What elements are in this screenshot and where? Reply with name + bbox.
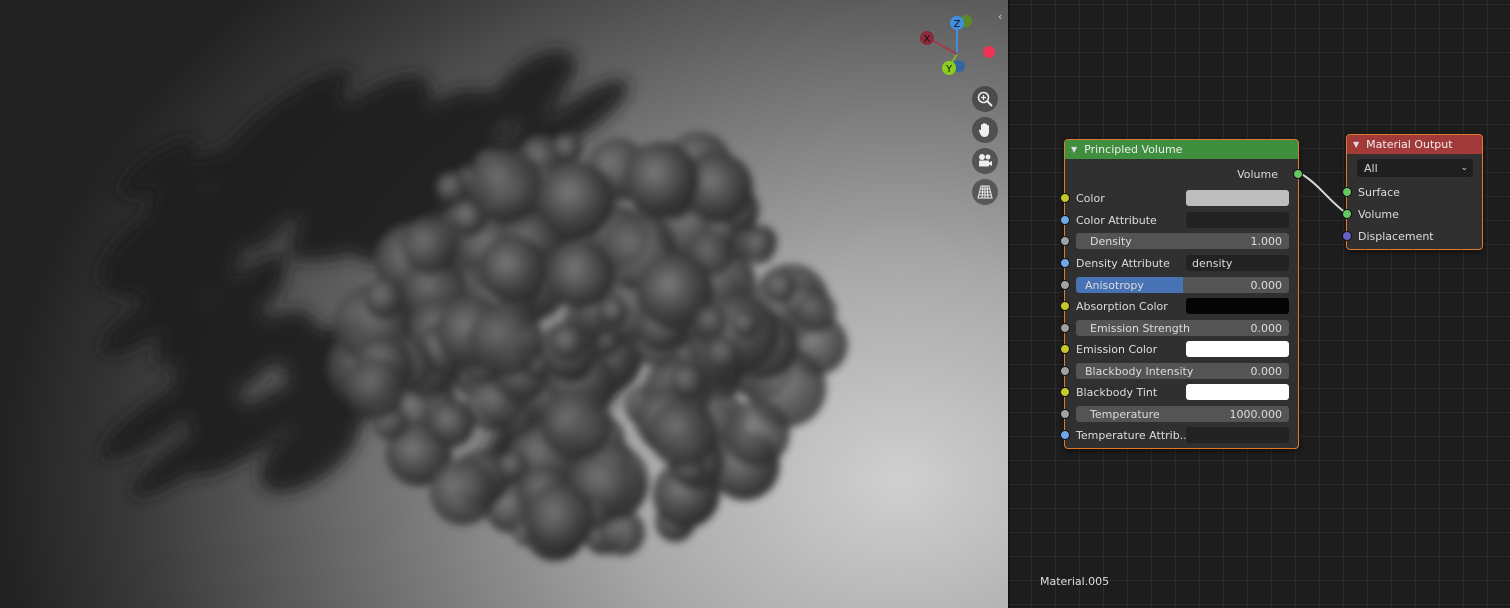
input-emission-color-row: Emission Color xyxy=(1060,339,1298,359)
material-name-label: Material.005 xyxy=(1040,575,1110,588)
density-field[interactable]: Density 1.000 xyxy=(1076,233,1289,249)
camera-icon[interactable] xyxy=(972,148,998,174)
collapse-triangle-icon[interactable]: ▼ xyxy=(1071,145,1077,154)
principled-volume-node[interactable]: ▼ Principled Volume Volume Color Color A… xyxy=(1060,139,1303,449)
input-color-attribute-row: Color Attribute xyxy=(1060,210,1298,230)
color-attribute-socket[interactable] xyxy=(1060,215,1070,225)
density-attribute-socket[interactable] xyxy=(1060,258,1070,268)
output-volume-row: Volume xyxy=(1065,164,1303,184)
sidebar-toggle-arrow-icon[interactable]: ‹ xyxy=(998,10,1002,23)
emission-strength-socket[interactable] xyxy=(1060,323,1070,333)
hand-pan-icon[interactable] xyxy=(972,117,998,143)
blackbody-tint-socket[interactable] xyxy=(1060,387,1070,397)
3d-viewport[interactable]: Z Y X ‹ xyxy=(0,0,1008,608)
input-label: Emission Color xyxy=(1076,342,1158,356)
emission-color-socket[interactable] xyxy=(1060,344,1070,354)
field-value: 1000.000 xyxy=(1229,407,1283,421)
temperature-attribute-field[interactable] xyxy=(1186,427,1289,443)
svg-text:Z: Z xyxy=(954,19,961,30)
field-label: Blackbody Intensity xyxy=(1085,364,1194,378)
density-socket[interactable] xyxy=(1060,236,1070,246)
collapse-triangle-icon[interactable]: ▼ xyxy=(1353,140,1359,149)
material-output-header[interactable]: ▼ Material Output xyxy=(1347,135,1482,154)
color-socket[interactable] xyxy=(1060,193,1070,203)
smoke-render xyxy=(100,50,848,561)
zoom-icon[interactable] xyxy=(972,86,998,112)
input-temperature-row: Temperature 1000.000 xyxy=(1060,404,1298,424)
input-label: Color Attribute xyxy=(1076,213,1157,227)
shader-node-editor[interactable]: ▼ Principled Volume Volume Color Color A… xyxy=(1010,0,1510,608)
principled-volume-header[interactable]: ▼ Principled Volume xyxy=(1065,140,1298,159)
svg-text:Y: Y xyxy=(945,64,953,75)
absorption-color-socket[interactable] xyxy=(1060,301,1070,311)
input-blackbody-intensity-row: Blackbody Intensity 0.000 xyxy=(1060,361,1298,381)
input-displacement-row: Displacement xyxy=(1342,226,1482,246)
field-label: Emission Strength xyxy=(1090,321,1191,335)
color-swatch[interactable] xyxy=(1186,190,1289,206)
temperature-socket[interactable] xyxy=(1060,409,1070,419)
input-label: Temperature Attrib... xyxy=(1076,428,1191,442)
input-color-row: Color xyxy=(1060,188,1298,208)
grid-perspective-icon[interactable] xyxy=(972,179,998,205)
emission-strength-field[interactable]: Emission Strength 0.000 xyxy=(1076,320,1289,336)
temperature-field[interactable]: Temperature 1000.000 xyxy=(1076,406,1289,422)
input-blackbody-tint-row: Blackbody Tint xyxy=(1060,382,1298,402)
input-label: Blackbody Tint xyxy=(1076,385,1158,399)
input-emission-strength-row: Emission Strength 0.000 xyxy=(1060,318,1298,338)
field-label: Temperature xyxy=(1090,407,1160,421)
volume-output-socket[interactable] xyxy=(1293,169,1303,179)
output-label: Volume xyxy=(1237,167,1278,181)
input-absorption-color-row: Absorption Color xyxy=(1060,296,1298,316)
node-title: Principled Volume xyxy=(1084,143,1183,156)
input-surface-row: Surface xyxy=(1342,182,1482,202)
volume-input-socket[interactable] xyxy=(1342,209,1352,219)
field-value: 0.000 xyxy=(1250,321,1283,335)
input-label: Surface xyxy=(1358,185,1400,199)
color-attribute-field[interactable] xyxy=(1186,212,1289,228)
field-value: 0.000 xyxy=(1250,364,1283,378)
field-label: Anisotropy xyxy=(1085,278,1144,292)
blackbody-intensity-socket[interactable] xyxy=(1060,366,1070,376)
emission-color-swatch[interactable] xyxy=(1186,341,1289,357)
navigation-gizmo[interactable]: Z Y X xyxy=(915,14,1005,84)
field-value: 1.000 xyxy=(1250,234,1283,248)
density-attribute-field[interactable]: density xyxy=(1186,255,1289,271)
displacement-socket[interactable] xyxy=(1342,231,1352,241)
input-label: Absorption Color xyxy=(1076,299,1168,313)
temperature-attribute-socket[interactable] xyxy=(1060,430,1070,440)
input-label: Density Attribute xyxy=(1076,256,1170,270)
anisotropy-slider[interactable]: Anisotropy 0.000 xyxy=(1076,277,1289,293)
field-value: 0.000 xyxy=(1250,278,1283,292)
dropdown-value: All xyxy=(1364,161,1378,175)
input-density-attribute-row: Density Attribute density xyxy=(1060,253,1298,273)
blackbody-tint-swatch[interactable] xyxy=(1186,384,1289,400)
input-label: Volume xyxy=(1358,207,1399,221)
input-anisotropy-row: Anisotropy 0.000 xyxy=(1060,275,1298,295)
absorption-color-swatch[interactable] xyxy=(1186,298,1289,314)
input-label: Displacement xyxy=(1358,229,1434,243)
volume-link[interactable] xyxy=(1299,172,1347,214)
material-output-node[interactable]: ▼ Material Output All ⌄ Surface Volume D… xyxy=(1342,134,1483,250)
input-label: Color xyxy=(1076,191,1105,205)
blackbody-intensity-field[interactable]: Blackbody Intensity 0.000 xyxy=(1076,363,1289,379)
input-temperature-attribute-row: Temperature Attrib... xyxy=(1060,425,1298,445)
input-volume-row: Volume xyxy=(1342,204,1482,224)
field-label: Density xyxy=(1090,234,1132,248)
surface-socket[interactable] xyxy=(1342,187,1352,197)
chevron-down-icon: ⌄ xyxy=(1460,163,1468,173)
anisotropy-socket[interactable] xyxy=(1060,280,1070,290)
svg-text:X: X xyxy=(924,34,931,45)
input-density-row: Density 1.000 xyxy=(1060,231,1298,251)
node-title: Material Output xyxy=(1366,138,1453,151)
target-dropdown[interactable]: All ⌄ xyxy=(1357,159,1473,177)
